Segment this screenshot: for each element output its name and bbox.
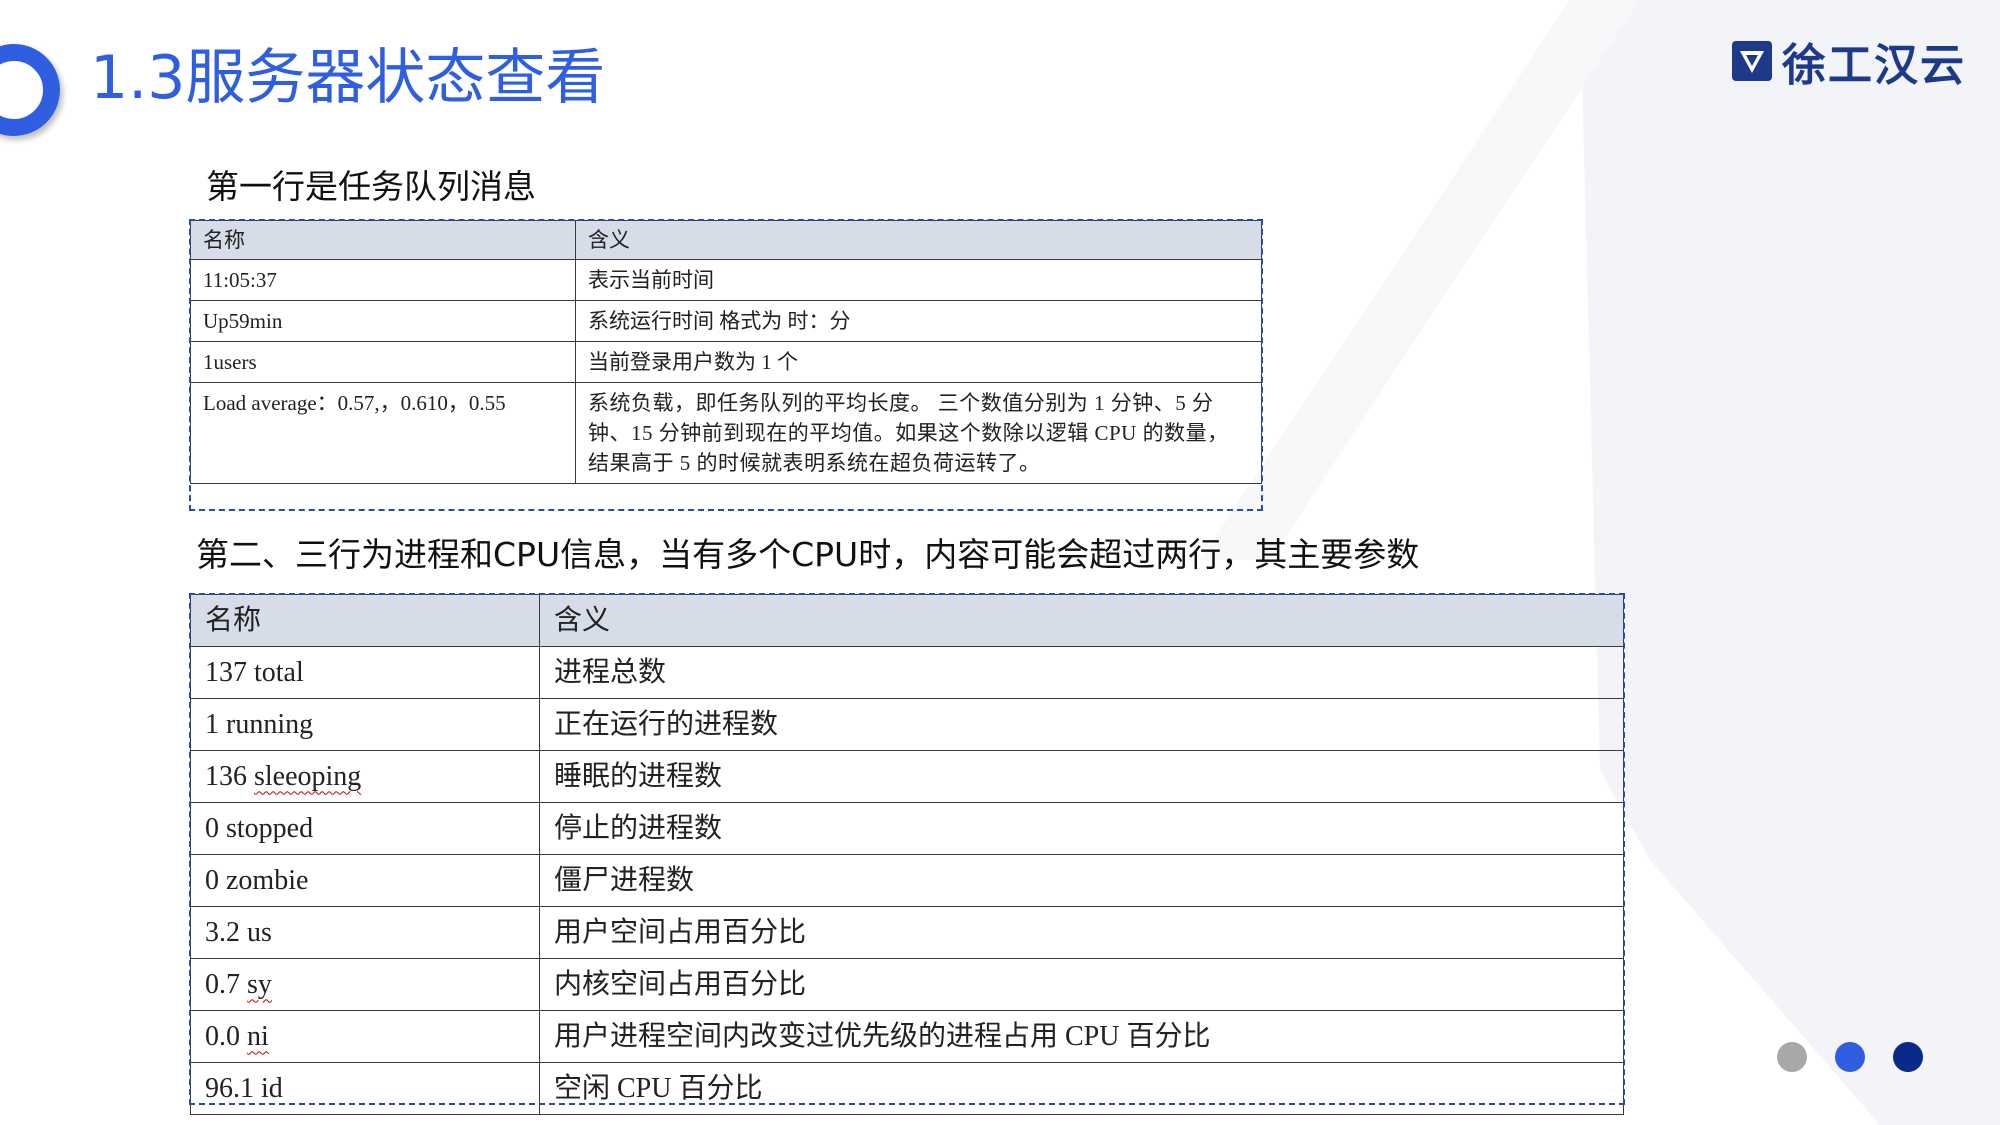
indicator-dot-navy (1893, 1042, 1923, 1072)
row-word: stopped (226, 812, 314, 844)
row-word: total (254, 656, 304, 688)
column-header-meaning: 含义 (539, 594, 1624, 647)
row-number: 0 (205, 864, 219, 896)
company-logo: 徐工汉云 (1730, 36, 1966, 91)
row-name: 1 running (190, 698, 540, 751)
row-word: us (247, 916, 272, 948)
row-number: 137 (205, 656, 247, 688)
row-word: zombie (226, 864, 309, 896)
table-row: 1 running 正在运行的进程数 (190, 698, 1624, 751)
table-header-row: 名称 含义 (190, 594, 1624, 647)
row-meaning: 用户空间占用百分比 (539, 906, 1624, 959)
row-number: 96.1 (205, 1072, 254, 1104)
table-row: Load average：0.57,，0.610，0.55 系统负载，即任务队列… (190, 382, 1262, 484)
indicator-dot-blue (1835, 1042, 1865, 1072)
row-meaning: 用户进程空间内改变过优先级的进程占用 CPU 百分比 (539, 1010, 1624, 1063)
row-number: 0.7 (205, 968, 240, 1000)
row-name: 3.2 us (190, 906, 540, 959)
logo-text: 徐工汉云 (1782, 40, 1966, 91)
row-word: sleeoping (254, 760, 362, 792)
row-word: sy (247, 968, 272, 1000)
row-name: 0 zombie (190, 854, 540, 907)
row-meaning: 僵尸进程数 (539, 854, 1624, 907)
row-name: Up59min (190, 300, 576, 342)
task-queue-table: 名称 含义 11:05:37 表示当前时间 Up59min 系统运行时间 格式为… (190, 220, 1262, 484)
row-word: ni (247, 1020, 269, 1052)
row-name: 96.1 id (190, 1062, 540, 1115)
table-row: 0.0 ni 用户进程空间内改变过优先级的进程占用 CPU 百分比 (190, 1010, 1624, 1063)
process-cpu-table: 名称 含义 137 total 进程总数 1 running 正在运行的进程数 … (190, 594, 1624, 1115)
row-word: id (261, 1072, 283, 1104)
table-row: 0 zombie 僵尸进程数 (190, 854, 1624, 907)
row-meaning: 表示当前时间 (575, 259, 1262, 301)
section1-heading: 第一行是任务队列消息 (206, 167, 536, 206)
row-word: running (226, 708, 314, 740)
row-number: 136 (205, 760, 247, 792)
column-header-name: 名称 (190, 220, 576, 260)
row-number: 1 (205, 708, 219, 740)
row-name: 0.0 ni (190, 1010, 540, 1063)
logo-mark-icon (1732, 41, 1772, 81)
row-number: 3.2 (205, 916, 240, 948)
indicator-dot-gray (1777, 1042, 1807, 1072)
row-meaning: 进程总数 (539, 646, 1624, 699)
row-meaning: 空闲 CPU 百分比 (539, 1062, 1624, 1115)
row-meaning: 内核空间占用百分比 (539, 958, 1624, 1011)
table-row: 3.2 us 用户空间占用百分比 (190, 906, 1624, 959)
table-header-row: 名称 含义 (190, 220, 1262, 260)
row-name: 0.7 sy (190, 958, 540, 1011)
table-row: 137 total 进程总数 (190, 646, 1624, 699)
row-meaning: 睡眠的进程数 (539, 750, 1624, 803)
table-row: 11:05:37 表示当前时间 (190, 259, 1262, 301)
row-name: 1users (190, 341, 576, 383)
row-name: 0 stopped (190, 802, 540, 855)
page-title: 1.3服务器状态查看 (90, 43, 606, 113)
row-meaning: 停止的进程数 (539, 802, 1624, 855)
column-header-name: 名称 (190, 594, 540, 647)
table-row: 136 sleeoping 睡眠的进程数 (190, 750, 1624, 803)
row-meaning: 系统负载，即任务队列的平均长度。 三个数值分别为 1 分钟、5 分钟、15 分钟… (575, 382, 1262, 484)
row-meaning: 当前登录用户数为 1 个 (575, 341, 1262, 383)
table-row: 96.1 id 空闲 CPU 百分比 (190, 1062, 1624, 1115)
column-header-meaning: 含义 (575, 220, 1262, 260)
row-meaning: 系统运行时间 格式为 时：分 (575, 300, 1262, 342)
row-name: Load average：0.57,，0.610，0.55 (190, 382, 576, 484)
row-name: 136 sleeoping (190, 750, 540, 803)
row-number: 0.0 (205, 1020, 240, 1052)
slide-indicator-dots (1777, 1042, 1923, 1072)
table-row: 0 stopped 停止的进程数 (190, 802, 1624, 855)
row-number: 0 (205, 812, 219, 844)
row-name: 11:05:37 (190, 259, 576, 301)
table-row: 1users 当前登录用户数为 1 个 (190, 341, 1262, 383)
table-row: 0.7 sy 内核空间占用百分比 (190, 958, 1624, 1011)
row-name: 137 total (190, 646, 540, 699)
section2-heading: 第二、三行为进程和CPU信息，当有多个CPU时，内容可能会超过两行，其主要参数 (196, 535, 1420, 574)
table-row: Up59min 系统运行时间 格式为 时：分 (190, 300, 1262, 342)
row-meaning: 正在运行的进程数 (539, 698, 1624, 751)
